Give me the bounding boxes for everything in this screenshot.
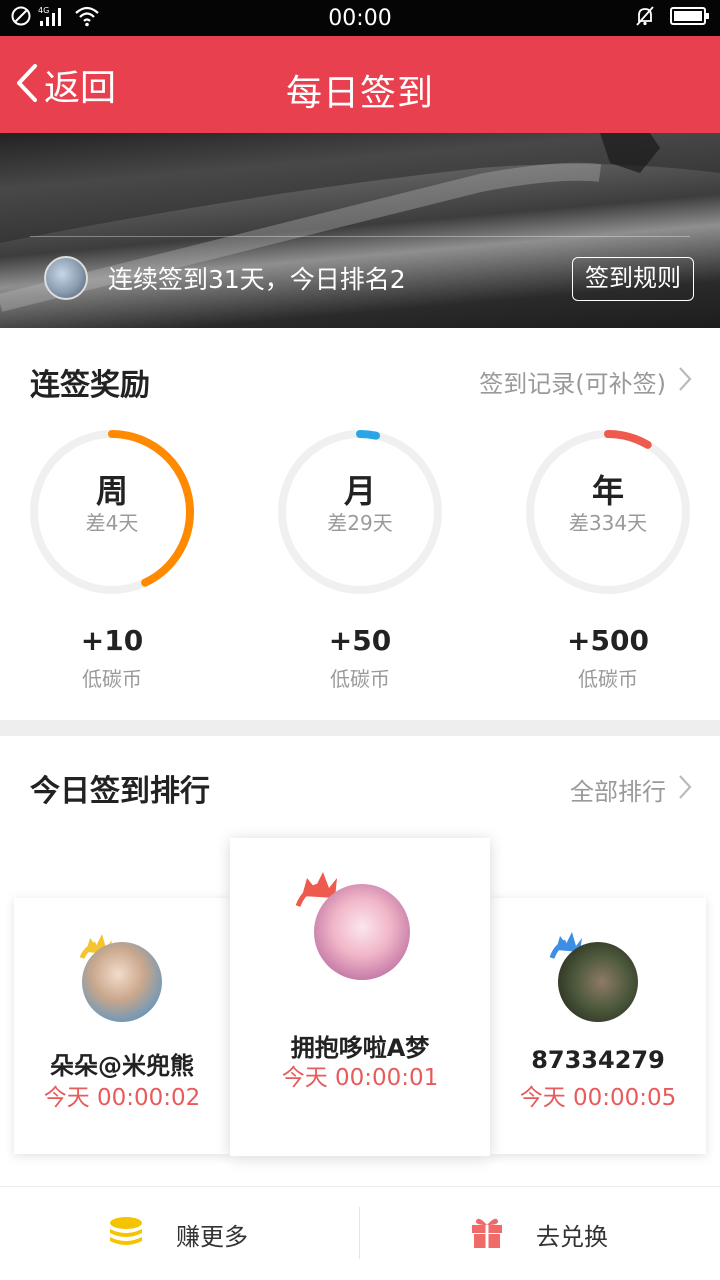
chevron-right-icon <box>678 774 692 806</box>
reward-unit: 低碳币 <box>330 667 390 691</box>
sign-record-label: 签到记录(可补签) <box>479 370 666 398</box>
reward-year: +500 低碳币 <box>524 624 692 692</box>
reward-ring-year[interactable]: 年 差334天 <box>524 428 692 596</box>
bottom-divider <box>359 1207 360 1259</box>
ranking-time: 今天 00:00:01 <box>281 1065 439 1091</box>
reward-week: +10 低碳币 <box>28 624 196 692</box>
avatar[interactable] <box>44 256 88 300</box>
ranking-time: 今天 00:00:05 <box>519 1085 677 1111</box>
ring-period-label: 年 <box>591 472 624 510</box>
all-ranking-link[interactable]: 全部排行 <box>570 772 692 807</box>
reward-month: +50 低碳币 <box>276 624 444 692</box>
ranking-name: 朵朵@米兜熊 <box>50 1052 194 1080</box>
section-divider <box>0 720 720 736</box>
rewards-title: 连签奖励 <box>30 368 150 403</box>
rules-button[interactable]: 签到规则 <box>572 257 694 301</box>
bottom-bar: 赚更多 去兑换 <box>0 1186 720 1280</box>
ranking-card-third[interactable]: 87334279 今天 00:00:05 <box>490 898 706 1154</box>
earn-more-label: 赚更多 <box>176 1222 248 1251</box>
reward-amount: +50 <box>328 624 392 657</box>
avatar <box>314 884 410 980</box>
reward-unit: 低碳币 <box>82 667 142 691</box>
reward-ring-month[interactable]: 月 差29天 <box>276 428 444 596</box>
ranking-card-first[interactable]: 拥抱哆啦A梦 今天 00:00:01 <box>230 838 490 1156</box>
ranking-card-second[interactable]: 朵朵@米兜熊 今天 00:00:02 <box>14 898 230 1154</box>
streak-text: 连续签到31天，今日排名2 <box>108 265 406 294</box>
reward-ring-week[interactable]: 周 差4天 <box>28 428 196 596</box>
mute-bell-icon <box>634 5 656 31</box>
sign-record-link[interactable]: 签到记录(可补签) <box>479 364 692 399</box>
chevron-right-icon <box>678 366 692 398</box>
reward-amount: +10 <box>80 624 144 657</box>
all-ranking-label: 全部排行 <box>570 778 666 806</box>
earn-more-button[interactable]: 赚更多 <box>108 1187 248 1280</box>
avatar <box>82 942 162 1022</box>
ring-period-label: 周 <box>95 472 128 510</box>
gift-icon <box>470 1215 504 1253</box>
avatar <box>558 942 638 1022</box>
exchange-label: 去兑换 <box>536 1222 608 1251</box>
banner: 连续签到31天，今日排名2 签到规则 <box>0 133 720 328</box>
ranking-name: 87334279 <box>531 1046 665 1074</box>
ranking-title: 今日签到排行 <box>30 774 210 809</box>
battery-icon <box>670 6 710 30</box>
coin-stack-icon <box>108 1215 144 1253</box>
ring-remaining-label: 差4天 <box>85 511 139 535</box>
title-bar: 返回 每日签到 <box>0 36 720 133</box>
banner-divider <box>30 236 690 237</box>
exchange-button[interactable]: 去兑换 <box>470 1187 608 1280</box>
status-bar: 4G 00:00 <box>0 0 720 36</box>
page-title: 每日签到 <box>285 73 434 114</box>
ring-remaining-label: 差334天 <box>568 511 648 535</box>
ring-period-label: 月 <box>343 472 376 510</box>
status-time: 00:00 <box>328 6 392 31</box>
reward-unit: 低碳币 <box>578 667 638 691</box>
ring-remaining-label: 差29天 <box>327 511 393 535</box>
reward-amount: +500 <box>567 624 649 657</box>
ranking-time: 今天 00:00:02 <box>43 1085 201 1111</box>
